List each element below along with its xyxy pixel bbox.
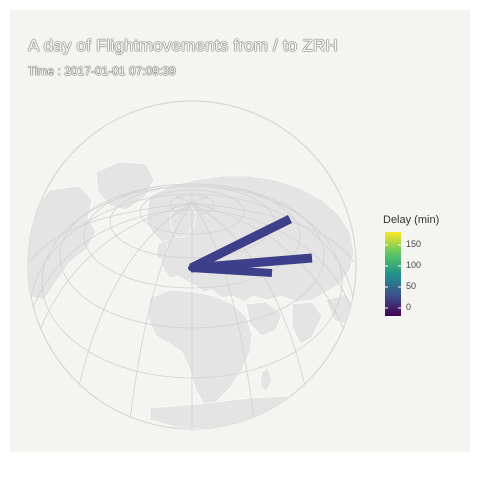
legend-tick-label: 150 [406,239,422,249]
chart-subtitle: Time : 2017-01-01 07:09:39 [28,64,176,78]
chart-title: A day of Flightmovements from / to ZRH [28,36,338,55]
legend-title: Delay (min) [383,214,440,226]
legend-tick-label: 50 [406,281,417,291]
legend-tick-label: 0 [406,302,412,312]
zrh-airport-marker [188,265,194,271]
legend-colorbar [385,232,401,316]
flight-path [190,264,273,277]
legend-tick-label: 100 [406,260,422,270]
